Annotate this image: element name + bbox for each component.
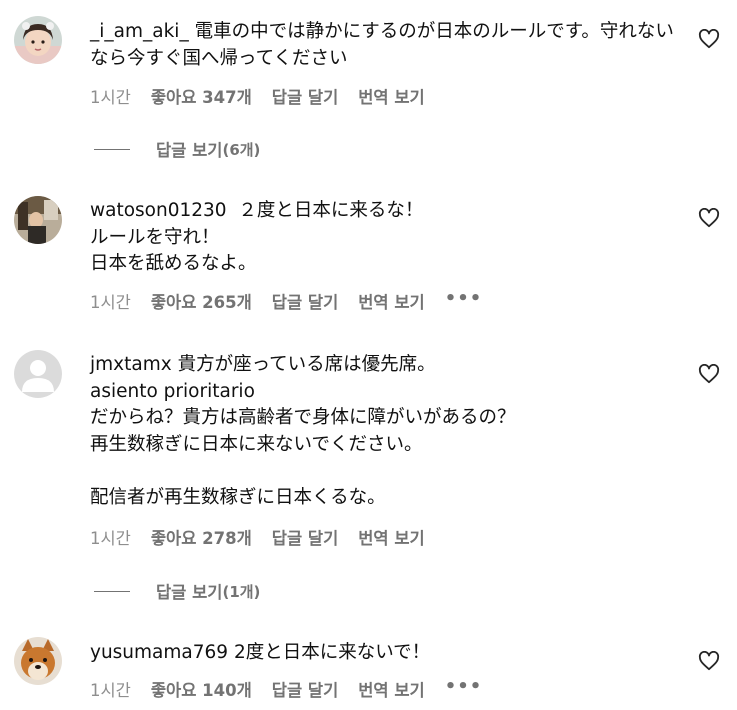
avatar[interactable] bbox=[14, 16, 62, 64]
translate-button[interactable]: 번역 보기 bbox=[358, 84, 424, 108]
like-button[interactable] bbox=[698, 363, 720, 384]
heart-outline-icon bbox=[698, 650, 720, 671]
reply-button[interactable]: 답글 달기 bbox=[272, 84, 338, 108]
comment-username[interactable]: jmxtamx bbox=[90, 354, 172, 375]
avatar[interactable] bbox=[14, 637, 62, 685]
replies-divider-line bbox=[94, 590, 130, 592]
comment-timestamp[interactable]: 1시간 bbox=[90, 289, 131, 313]
comment-actions: 1시간 좋아요 140개 답글 달기 번역 보기 ••• bbox=[90, 676, 483, 701]
comment-actions: 1시간 좋아요 347개 답글 달기 번역 보기 bbox=[90, 84, 445, 108]
likes-count[interactable]: 좋아요 140개 bbox=[151, 677, 252, 701]
comment-text: watoson01230 ２度と日本に来るな！ ルールを守れ！ 日本を舐めるなよ… bbox=[90, 198, 680, 278]
comment-body: 貴方が座っている席は優先席。 asiento prioritario だからね？… bbox=[90, 354, 516, 508]
likes-count[interactable]: 좋아요 278개 bbox=[151, 525, 252, 549]
like-button[interactable] bbox=[698, 207, 720, 228]
view-replies-button[interactable]: 답글 보기 (1개) bbox=[94, 579, 260, 603]
comment-text: yusumama769 2度と日本に来ないで！ bbox=[90, 640, 680, 667]
view-replies-label: 답글 보기 bbox=[156, 141, 223, 160]
translate-button[interactable]: 번역 보기 bbox=[358, 677, 424, 701]
likes-count[interactable]: 좋아요 265개 bbox=[151, 289, 252, 313]
view-replies-button[interactable]: 답글 보기 (6개) bbox=[94, 137, 260, 161]
reply-button[interactable]: 답글 달기 bbox=[272, 525, 338, 549]
reply-count: (6개) bbox=[222, 140, 261, 159]
avatar[interactable] bbox=[14, 196, 62, 244]
comment-text: _i_am_aki_ 電車の中では静かにするのが日本のルールです。守れないなら今… bbox=[90, 19, 680, 72]
avatar[interactable] bbox=[14, 350, 62, 398]
heart-outline-icon bbox=[698, 207, 720, 228]
comment-text: jmxtamx 貴方が座っている席は優先席。 asiento prioritar… bbox=[90, 352, 680, 511]
view-replies-label: 답글 보기 bbox=[156, 583, 223, 602]
comment-actions: 1시간 좋아요 278개 답글 달기 번역 보기 bbox=[90, 525, 445, 549]
comment-timestamp[interactable]: 1시간 bbox=[90, 677, 131, 701]
reply-button[interactable]: 답글 달기 bbox=[272, 677, 338, 701]
heart-outline-icon bbox=[698, 28, 720, 49]
comment-username[interactable]: watoson01230 bbox=[90, 200, 227, 221]
replies-divider-line bbox=[94, 148, 130, 150]
comment-actions: 1시간 좋아요 265개 답글 달기 번역 보기 ••• bbox=[90, 288, 483, 313]
translate-button[interactable]: 번역 보기 bbox=[358, 289, 424, 313]
like-button[interactable] bbox=[698, 28, 720, 49]
comment-timestamp[interactable]: 1시간 bbox=[90, 525, 131, 549]
comment-timestamp[interactable]: 1시간 bbox=[90, 84, 131, 108]
heart-outline-icon bbox=[698, 363, 720, 384]
comment-username[interactable]: _i_am_aki_ bbox=[90, 21, 189, 42]
like-button[interactable] bbox=[698, 650, 720, 671]
likes-count[interactable]: 좋아요 347개 bbox=[151, 84, 252, 108]
comment-username[interactable]: yusumama769 bbox=[90, 642, 228, 663]
more-horizontal-icon[interactable]: ••• bbox=[445, 288, 483, 309]
comment-body: 2度と日本に来ないで！ bbox=[233, 642, 431, 663]
reply-button[interactable]: 답글 달기 bbox=[272, 289, 338, 313]
more-horizontal-icon[interactable]: ••• bbox=[445, 676, 483, 697]
reply-count: (1개) bbox=[222, 582, 261, 601]
translate-button[interactable]: 번역 보기 bbox=[358, 525, 424, 549]
